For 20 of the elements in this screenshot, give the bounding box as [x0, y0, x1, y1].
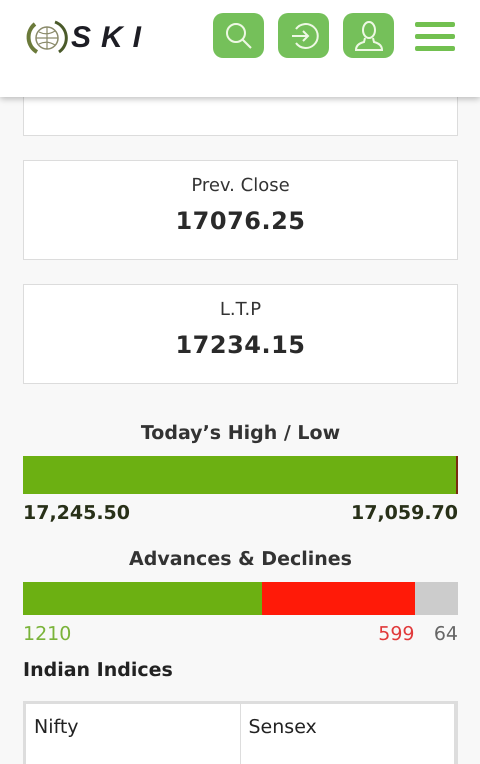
stat-label: Prev. Close — [191, 175, 290, 198]
login-button[interactable] — [278, 13, 329, 58]
stat-label: L.T.P — [220, 299, 262, 322]
logo-text: SKI — [71, 21, 152, 55]
user-icon — [352, 18, 384, 52]
table-cell: Nifty — [26, 704, 240, 764]
stat-value: 17234.15 — [175, 331, 306, 359]
unchanged-count: 64 — [432, 623, 458, 645]
stat-value: 17076.25 — [175, 207, 306, 235]
low-value: 17,059.70 — [351, 502, 458, 524]
menu-icon — [415, 20, 455, 52]
section-title: Today’s High / Low — [140, 422, 342, 444]
high-value: 17,245.50 — [23, 502, 130, 524]
advances-count: 1210 — [23, 623, 72, 645]
section-heading: Indian Indices — [23, 659, 174, 681]
search-button[interactable] — [213, 13, 264, 58]
section-title: Advances & Declines — [128, 548, 353, 570]
table-cell: Sensex — [240, 704, 455, 764]
user-button[interactable] — [343, 13, 394, 58]
declines-count: 599 — [377, 623, 414, 645]
